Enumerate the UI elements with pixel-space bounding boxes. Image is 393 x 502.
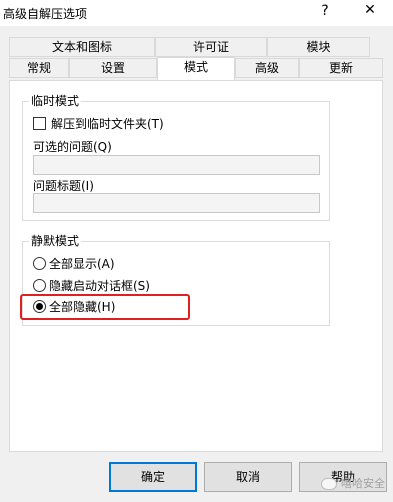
- tab-mode[interactable]: 模式: [157, 57, 235, 80]
- extract-to-temp-checkbox[interactable]: [33, 117, 46, 130]
- tab-label: 模块: [306, 40, 331, 54]
- tab-label: 常规: [26, 61, 51, 75]
- hide-startup-radio[interactable]: [33, 279, 46, 292]
- tab-license[interactable]: 许可证: [155, 37, 267, 57]
- window-title: 高级自解压选项: [3, 7, 88, 21]
- silent-mode-group-label: 静默模式: [29, 234, 82, 248]
- wechat-icon: [321, 478, 337, 490]
- tab-label: 设置: [100, 61, 125, 75]
- optional-question-label: 可选的问题(Q): [33, 140, 112, 154]
- tab-text-and-icon[interactable]: 文本和图标: [9, 37, 155, 57]
- tab-label: 文本和图标: [51, 40, 112, 54]
- tab-general[interactable]: 常规: [9, 58, 69, 78]
- tab-advanced[interactable]: 高级: [235, 58, 299, 78]
- tab-label: 高级: [254, 61, 279, 75]
- title-bar: 高级自解压选项 ? ✕: [0, 0, 393, 26]
- extract-to-temp-label: 解压到临时文件夹(T): [51, 117, 164, 131]
- tab-update[interactable]: 更新: [299, 58, 383, 78]
- question-title-label: 问题标题(I): [33, 179, 94, 193]
- cancel-button[interactable]: 取消: [204, 462, 292, 492]
- tab-label: 更新: [328, 61, 353, 75]
- ok-button[interactable]: 确定: [109, 462, 197, 492]
- show-all-label: 全部显示(A): [49, 257, 115, 271]
- temp-mode-group-label: 临时模式: [29, 94, 82, 108]
- highlight-box: [20, 294, 190, 320]
- help-icon[interactable]: ?: [318, 3, 332, 21]
- tab-settings[interactable]: 设置: [69, 58, 157, 78]
- show-all-radio[interactable]: [33, 257, 46, 270]
- close-icon[interactable]: ✕: [362, 2, 378, 20]
- tab-modules[interactable]: 模块: [267, 37, 370, 57]
- tab-label: 模式: [183, 60, 208, 74]
- hide-startup-label: 隐藏启动对话框(S): [49, 279, 150, 293]
- tab-label: 许可证: [192, 40, 229, 54]
- question-title-field[interactable]: [33, 193, 320, 213]
- optional-question-field[interactable]: [33, 155, 320, 175]
- watermark-text: 嘻哈安全: [341, 477, 385, 490]
